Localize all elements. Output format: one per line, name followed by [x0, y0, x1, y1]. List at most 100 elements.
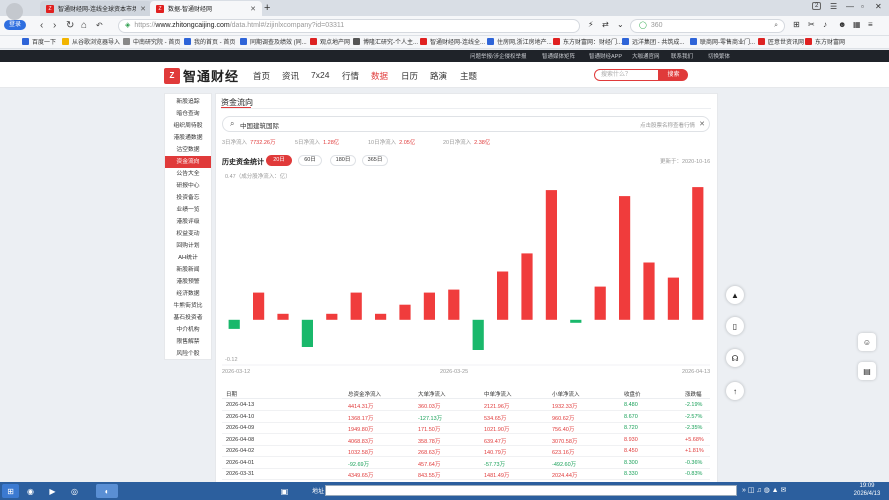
sidebar-item[interactable]: 公告大全 — [165, 168, 211, 180]
tab-close-icon[interactable]: ✕ — [140, 5, 146, 13]
lightning-icon[interactable]: ⚡ — [588, 20, 594, 29]
back-icon[interactable]: ‹ — [40, 20, 43, 31]
chart-bar[interactable] — [643, 262, 655, 320]
strip-traditional-link[interactable]: 切换繁体 — [708, 52, 730, 60]
site-logo[interactable]: Z 智通财经 — [164, 66, 239, 85]
bookmark-item[interactable]: 东方财富网 — [805, 37, 845, 46]
sidebar-item[interactable]: 沽空数据 — [165, 144, 211, 156]
bookmark-item[interactable]: 住房网,浙江房地产... — [487, 37, 552, 46]
chart-bar[interactable] — [326, 313, 338, 320]
bookmark-item[interactable]: 博隆汇研究-个人主... — [353, 37, 418, 46]
sidebar-item[interactable]: 回购计划 — [165, 240, 211, 252]
nav-news[interactable]: 资讯 — [282, 70, 299, 82]
bookmark-item[interactable]: 我的首页 - 首页 — [184, 37, 235, 46]
chart-bar[interactable] — [301, 319, 313, 347]
sidebar-item[interactable]: 风险个股 — [165, 348, 211, 360]
chart-bar[interactable] — [350, 292, 362, 320]
close-window-icon[interactable]: ✕ — [875, 2, 882, 11]
sidebar-item[interactable]: 中介机构 — [165, 324, 211, 336]
url-bar[interactable]: ◈ https://www.zhitongcaijing.com/data.htm… — [118, 19, 580, 33]
range-180d-button[interactable]: 180日 — [330, 155, 356, 166]
clear-icon[interactable]: ✕ — [699, 120, 705, 128]
grid-icon[interactable]: ▦ — [853, 20, 861, 29]
chart-bar[interactable] — [545, 190, 557, 320]
speaker-icon[interactable]: ♪ — [823, 20, 827, 29]
chart-bar[interactable] — [277, 313, 289, 320]
sidebar-item[interactable]: 业绩一览 — [165, 204, 211, 216]
chart-bar[interactable] — [570, 319, 582, 323]
bookmark-item[interactable]: 观点地产网 — [310, 37, 350, 46]
reload-icon[interactable]: ↻ — [66, 20, 74, 31]
bookmark-item[interactable]: 同期调查及绩效 (同... — [240, 37, 307, 46]
media-icon[interactable]: ▶ — [44, 484, 61, 498]
site-search-button[interactable]: 搜索 — [659, 69, 688, 81]
chart-bar[interactable] — [253, 292, 265, 320]
nav-data[interactable]: 数据 — [371, 70, 388, 82]
menu-icon[interactable]: ☰ — [830, 2, 837, 11]
stock-search-input[interactable]: ⌕ 中国建筑国际 点击股票名称查看行情 ✕ — [222, 116, 710, 132]
sidebar-item[interactable]: 研报中心 — [165, 180, 211, 192]
chart-bar[interactable] — [375, 313, 387, 320]
strip-app-link[interactable]: 智通财经APP — [589, 52, 622, 60]
scissors-icon[interactable]: ✂ — [808, 20, 815, 29]
nav-calendar[interactable]: 日历 — [401, 70, 418, 82]
chart-bar[interactable] — [667, 277, 679, 320]
sidebar-item[interactable]: 暗仓查询 — [165, 108, 211, 120]
chart-bar[interactable] — [472, 319, 484, 350]
taskbar-address-input[interactable] — [325, 485, 737, 496]
window-count-badge[interactable]: 2 — [812, 2, 822, 10]
ninja-icon[interactable]: ☻ — [838, 20, 846, 29]
bookmark-item[interactable]: 百度一下 — [22, 37, 56, 46]
sidebar-item[interactable]: 限售解禁 — [165, 336, 211, 348]
strip-contact-link[interactable]: 联系我们 — [671, 52, 693, 60]
minimize-icon[interactable]: — — [846, 2, 854, 11]
home-icon[interactable]: ⌂ — [81, 20, 87, 31]
app-icon[interactable]: ▣ — [276, 484, 293, 498]
sidebar-item[interactable]: 基石投资者 — [165, 312, 211, 324]
bookmark-item[interactable]: 联商网-零售商业门... — [690, 37, 755, 46]
start-icon[interactable]: ⊞ — [2, 484, 19, 498]
assistant-icon[interactable]: ☺ — [858, 333, 876, 351]
maximize-icon[interactable]: ▫ — [861, 2, 864, 11]
sidebar-item-fund-flow[interactable]: 资金流向 — [165, 156, 211, 168]
range-365d-button[interactable]: 365日 — [362, 155, 388, 166]
tray-icons[interactable]: » ◫ ♫ ◍ ▲ ✉ — [742, 486, 786, 494]
taskbar-clock[interactable]: 19:09 2026/4/13 — [846, 482, 888, 498]
strip-media-link[interactable]: 智通媒体矩阵 — [542, 52, 575, 60]
sidebar-item[interactable]: 投资备忘 — [165, 192, 211, 204]
app-icon[interactable]: ◎ — [66, 484, 83, 498]
sidebar-item[interactable]: AH统计 — [165, 252, 211, 264]
tab-data[interactable]: Z 数据-智通财经网 ✕ — [150, 1, 262, 16]
chart-bar[interactable] — [594, 286, 606, 320]
new-tab-button[interactable]: + — [264, 2, 270, 14]
note-icon[interactable]: ▤ — [858, 362, 876, 380]
chevron-down-icon[interactable]: ⌄ — [617, 20, 624, 29]
nav-7x24[interactable]: 7x24 — [311, 70, 329, 80]
tab-close-icon[interactable]: ✕ — [250, 5, 256, 13]
range-20d-button[interactable]: 20日 — [266, 155, 292, 166]
site-search-input[interactable]: 搜索什么？ — [594, 69, 659, 81]
headset-icon[interactable]: ☊ — [726, 349, 744, 367]
login-button[interactable]: 登录 — [4, 20, 26, 30]
chart-bar[interactable] — [619, 196, 631, 320]
extensions-icon[interactable]: ⊞ — [793, 20, 800, 29]
back-to-top-icon[interactable]: ↑ — [726, 382, 744, 400]
bookmark-item[interactable]: 匠意世资讯网 — [758, 37, 804, 46]
sidebar-item[interactable]: 牛熊街货比 — [165, 300, 211, 312]
sidebar-item[interactable]: 组织周待股 — [165, 120, 211, 132]
alert-icon[interactable]: ▲ — [726, 286, 744, 304]
chart-bar[interactable] — [399, 304, 411, 320]
forward-icon[interactable]: › — [53, 20, 56, 31]
sidebar-item[interactable]: 权益变动 — [165, 228, 211, 240]
bookmark-item[interactable]: 远洋集团 - 共筑成... — [622, 37, 684, 46]
undo-icon[interactable]: ↶ — [96, 21, 103, 30]
range-60d-button[interactable]: 60日 — [298, 155, 322, 166]
sidebar-item[interactable]: 港股评级 — [165, 216, 211, 228]
app-icon[interactable]: ◉ — [22, 484, 39, 498]
sidebar-item[interactable]: 港股预警 — [165, 276, 211, 288]
chart-bar[interactable] — [497, 271, 509, 320]
chart-bar[interactable] — [423, 292, 435, 320]
user-avatar[interactable] — [6, 3, 23, 20]
search-engine-input[interactable]: ◯ 360 ⌕ — [630, 19, 785, 33]
sidebar-item[interactable]: 经济数据 — [165, 288, 211, 300]
